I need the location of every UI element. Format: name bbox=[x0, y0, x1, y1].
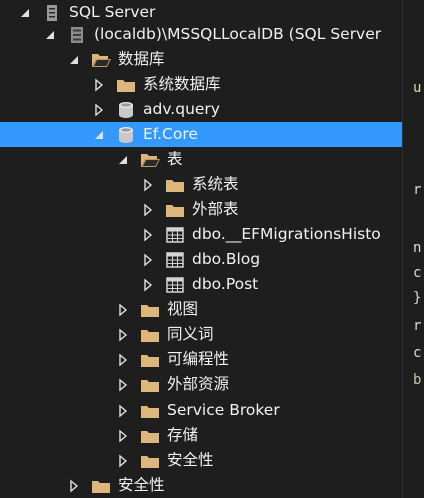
expand-arrow-icon[interactable] bbox=[116, 378, 130, 392]
folder-icon bbox=[140, 402, 160, 420]
tree-node-label: 系统表 bbox=[192, 175, 239, 193]
expand-arrow-icon[interactable] bbox=[92, 103, 106, 117]
tree-node[interactable]: 表 bbox=[0, 147, 402, 172]
collapse-arrow-icon[interactable] bbox=[92, 128, 106, 142]
folder-icon bbox=[140, 427, 160, 445]
expand-arrow-icon[interactable] bbox=[116, 454, 130, 468]
tree-node[interactable]: 数据库 bbox=[0, 47, 402, 72]
code-fragment: c bbox=[413, 265, 422, 281]
expand-arrow-icon[interactable] bbox=[141, 203, 155, 217]
collapse-arrow-icon[interactable] bbox=[116, 153, 130, 167]
expand-arrow-icon[interactable] bbox=[141, 253, 155, 267]
table-icon bbox=[165, 226, 185, 244]
code-fragment: u bbox=[413, 80, 422, 96]
tree-node-label: 表 bbox=[167, 150, 183, 168]
database-server-icon bbox=[67, 26, 87, 44]
folder-open-icon bbox=[140, 151, 160, 169]
tree-node-label: 数据库 bbox=[118, 50, 165, 68]
folder-open-icon bbox=[91, 51, 111, 69]
code-fragment: c bbox=[413, 345, 422, 361]
tree-node[interactable]: Ef.Core bbox=[0, 122, 402, 147]
folder-icon bbox=[140, 301, 160, 319]
expand-arrow-icon[interactable] bbox=[116, 303, 130, 317]
collapse-arrow-icon[interactable] bbox=[43, 28, 57, 42]
tree-node[interactable]: 可编程性 bbox=[0, 347, 402, 372]
tree-node[interactable]: 同义词 bbox=[0, 322, 402, 347]
expand-arrow-icon[interactable] bbox=[141, 178, 155, 192]
folder-icon bbox=[165, 176, 185, 194]
tree-node[interactable]: 安全性 bbox=[0, 473, 402, 498]
tree-node-label: dbo.Blog bbox=[192, 250, 261, 268]
object-explorer-tree: SQL Server (localdb)\MSSQLLocalDB (SQL Se… bbox=[0, 0, 402, 498]
tree-node[interactable]: 系统表 bbox=[0, 172, 402, 197]
tree-node[interactable]: 系统数据库 bbox=[0, 72, 402, 97]
expand-arrow-icon[interactable] bbox=[116, 328, 130, 342]
folder-icon bbox=[165, 201, 185, 219]
tree-node[interactable]: 外部表 bbox=[0, 197, 402, 222]
tree-node[interactable]: dbo.__EFMigrationsHisto bbox=[0, 222, 402, 247]
table-icon bbox=[165, 276, 185, 294]
expand-arrow-icon[interactable] bbox=[116, 404, 130, 418]
code-fragment: r bbox=[413, 182, 422, 198]
tree-node-label: Ef.Core bbox=[143, 125, 198, 143]
tree-node[interactable]: 外部资源 bbox=[0, 372, 402, 397]
code-editor-strip: u r n c} r c b bbox=[402, 0, 424, 498]
tree-node[interactable]: dbo.Blog bbox=[0, 247, 402, 272]
tree-node-label: 可编程性 bbox=[167, 350, 230, 368]
collapse-arrow-icon[interactable] bbox=[67, 53, 81, 67]
folder-icon bbox=[140, 326, 160, 344]
tree-node-label: 系统数据库 bbox=[143, 75, 221, 93]
expand-arrow-icon[interactable] bbox=[67, 479, 81, 493]
code-fragment: r bbox=[413, 318, 422, 334]
server-icon bbox=[42, 4, 62, 22]
tree-node[interactable]: dbo.Post bbox=[0, 272, 402, 297]
tree-node-label: 视图 bbox=[167, 300, 199, 318]
tree-node-label: dbo.__EFMigrationsHisto bbox=[192, 225, 381, 243]
folder-icon bbox=[140, 376, 160, 394]
expand-arrow-icon[interactable] bbox=[116, 353, 130, 367]
tree-node-label: dbo.Post bbox=[192, 275, 259, 293]
tree-node-label: Service Broker bbox=[167, 401, 280, 419]
tree-node-label: SQL Server bbox=[69, 3, 156, 21]
collapse-arrow-icon[interactable] bbox=[18, 6, 32, 20]
database-icon bbox=[116, 126, 136, 144]
folder-icon bbox=[140, 452, 160, 470]
expand-arrow-icon[interactable] bbox=[92, 78, 106, 92]
code-fragment: b bbox=[413, 372, 422, 388]
tree-node-label: 外部表 bbox=[192, 200, 239, 218]
tree-node-label: 外部资源 bbox=[167, 375, 230, 393]
expand-arrow-icon[interactable] bbox=[141, 228, 155, 242]
expand-arrow-icon[interactable] bbox=[116, 429, 130, 443]
tree-node[interactable]: 视图 bbox=[0, 297, 402, 322]
tree-node-label: 安全性 bbox=[167, 451, 214, 469]
folder-icon bbox=[116, 76, 136, 94]
expand-arrow-icon[interactable] bbox=[141, 278, 155, 292]
tree-node-label: adv.query bbox=[143, 100, 220, 118]
code-fragment: } bbox=[413, 290, 422, 306]
table-icon bbox=[165, 251, 185, 269]
folder-icon bbox=[140, 351, 160, 369]
tree-node[interactable]: (localdb)\MSSQLLocalDB (SQL Server bbox=[0, 22, 402, 47]
code-fragment: n bbox=[413, 240, 422, 256]
tree-node-label: 同义词 bbox=[167, 325, 214, 343]
tree-node[interactable]: Service Broker bbox=[0, 398, 402, 423]
folder-icon bbox=[91, 477, 111, 495]
tree-node-label: (localdb)\MSSQLLocalDB (SQL Server bbox=[94, 25, 382, 43]
tree-node[interactable]: 存储 bbox=[0, 423, 402, 448]
tree-node-label: 存储 bbox=[167, 426, 199, 444]
database-icon bbox=[116, 101, 136, 119]
tree-node[interactable]: 安全性 bbox=[0, 448, 402, 473]
tree-node[interactable]: adv.query bbox=[0, 97, 402, 122]
tree-node-label: 安全性 bbox=[118, 476, 165, 494]
